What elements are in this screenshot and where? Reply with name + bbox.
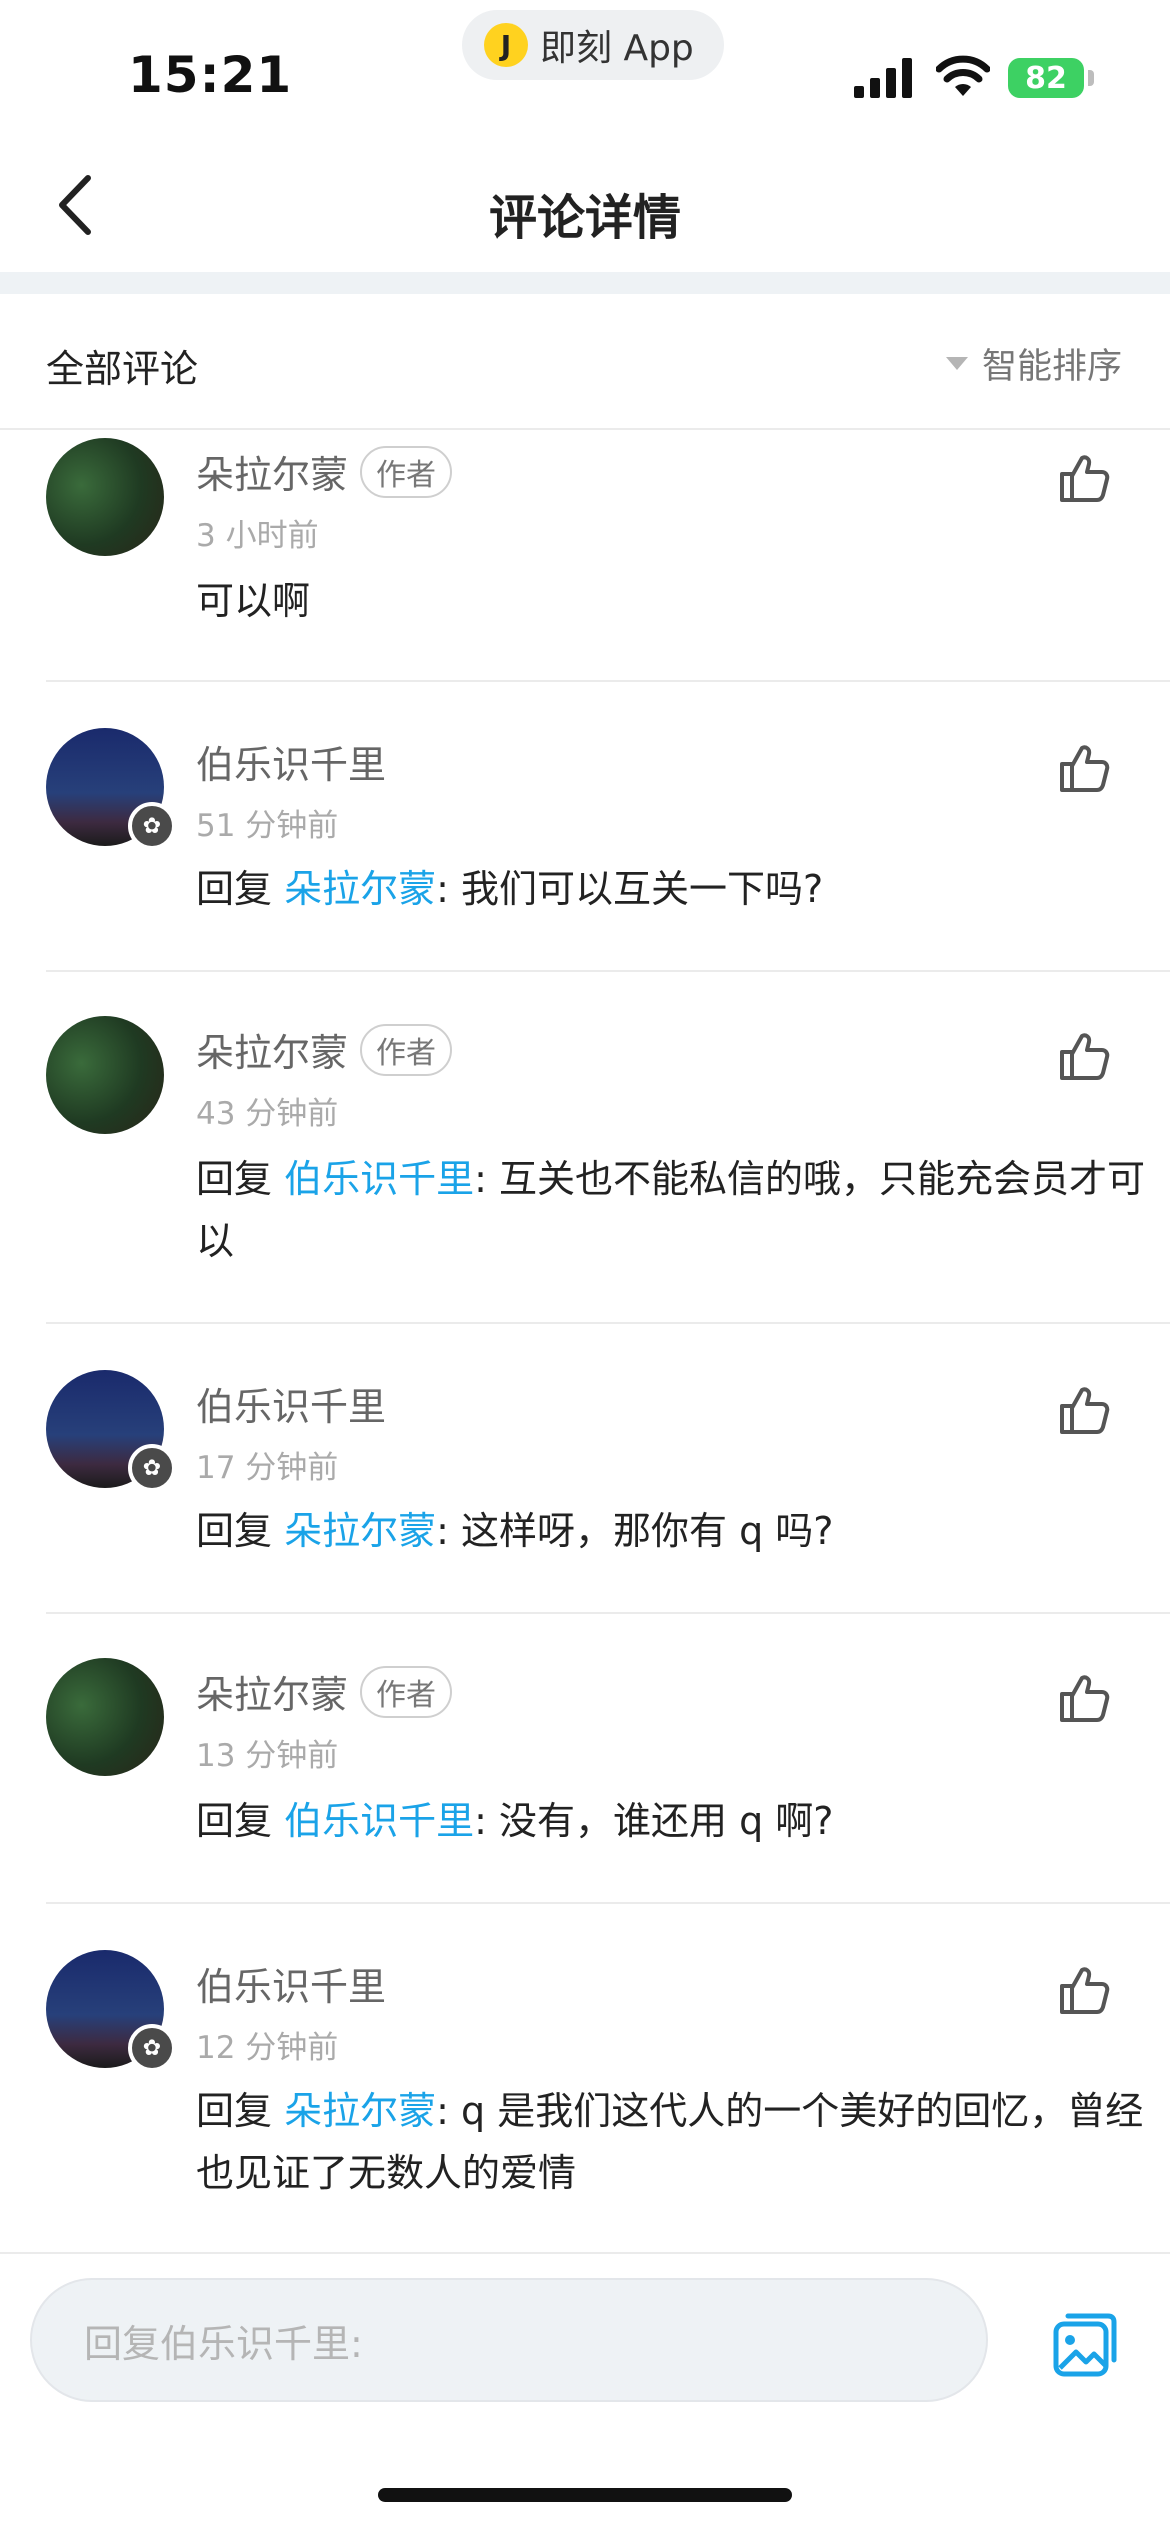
signal-icon <box>854 58 912 98</box>
sort-button[interactable]: 智能排序 <box>945 338 1122 389</box>
status-bar: 15:21 J 即刻 App 82 <box>0 0 1170 130</box>
sort-triangle-icon <box>945 357 968 370</box>
comment-time: 12 分钟前 <box>196 2030 339 2066</box>
sort-label: 智能排序 <box>981 347 1122 387</box>
avatar[interactable] <box>46 438 164 556</box>
comment-text[interactable]: 回复 伯乐识千里: 没有，谁还用 q 啊? <box>196 1790 1156 1852</box>
battery-level: 82 <box>1025 60 1067 96</box>
comment-text[interactable]: 回复 朵拉尔蒙: 这样呀，那你有 q 吗? <box>196 1500 1156 1562</box>
comment-text[interactable]: 回复 朵拉尔蒙: q 是我们这代人的一个美好的回忆，曾经也见证了无数人的爱情 <box>196 2080 1156 2204</box>
thumbs-up-icon[interactable] <box>1056 740 1112 796</box>
comment-item: ✿ 伯乐识千里 17 分钟前 回复 朵拉尔蒙: 这样呀，那你有 q 吗? <box>46 1324 1170 1614</box>
nav-bar: 评论详情 <box>0 130 1170 274</box>
page-title: 评论详情 <box>488 190 681 246</box>
battery-tip <box>1088 70 1094 86</box>
home-indicator <box>378 2488 792 2502</box>
comment-text[interactable]: 回复 朵拉尔蒙: 我们可以互关一下吗? <box>196 858 1156 920</box>
thumbs-up-icon[interactable] <box>1056 450 1112 506</box>
comment-time: 17 分钟前 <box>196 1450 339 1486</box>
author-tag: 作者 <box>360 445 453 498</box>
comment-item: ✿ 伯乐识千里 12 分钟前 回复 朵拉尔蒙: q 是我们这代人的一个美好的回忆… <box>46 1904 1170 2256</box>
reply-prefix: 回复 <box>196 1799 285 1843</box>
thumbs-up-icon[interactable] <box>1056 1028 1112 1084</box>
comment-item: 朵拉尔蒙 作者 3 小时前 可以啊 <box>46 430 1170 682</box>
comment-author-row: 朵拉尔蒙 作者 <box>196 1664 453 1719</box>
comment-author-row: 伯乐识千里 <box>196 734 386 789</box>
comment-item: ✿ 伯乐识千里 51 分钟前 回复 朵拉尔蒙: 我们可以互关一下吗? <box>46 682 1170 972</box>
thumbs-up-icon[interactable] <box>1056 1962 1112 2018</box>
app-logo-icon: J <box>484 23 528 67</box>
comment-body: 可以啊 <box>196 579 311 623</box>
comment-author[interactable]: 伯乐识千里 <box>196 1376 386 1431</box>
avatar[interactable] <box>46 1658 164 1776</box>
thumbs-up-icon[interactable] <box>1056 1670 1112 1726</box>
mention-link[interactable]: 朵拉尔蒙 <box>284 1509 436 1553</box>
comment-body: : 我们可以互关一下吗? <box>436 867 824 911</box>
thumbs-up-icon[interactable] <box>1056 1382 1112 1438</box>
image-picker-icon[interactable] <box>1052 2310 1120 2378</box>
reply-placeholder: 回复伯乐识千里: <box>84 2321 363 2366</box>
comment-author-row: 伯乐识千里 <box>196 1956 386 2011</box>
mention-link[interactable]: 朵拉尔蒙 <box>284 2089 436 2133</box>
comments-header: 全部评论 智能排序 <box>0 294 1170 430</box>
mention-link[interactable]: 伯乐识千里 <box>284 1799 474 1843</box>
member-badge-icon: ✿ <box>128 1444 176 1492</box>
status-time: 15:21 <box>128 46 293 104</box>
comment-author-row: 伯乐识千里 <box>196 1376 386 1431</box>
reply-bar: 回复伯乐识千里: <box>0 2252 1170 2534</box>
author-tag: 作者 <box>360 1023 453 1076</box>
author-tag: 作者 <box>360 1665 453 1718</box>
comment-author[interactable]: 朵拉尔蒙 <box>196 444 348 499</box>
comment-body: : 这样呀，那你有 q 吗? <box>436 1509 834 1553</box>
reply-prefix: 回复 <box>196 1509 285 1553</box>
comment-text[interactable]: 可以啊 <box>196 570 1156 632</box>
all-comments-title: 全部评论 <box>46 347 199 391</box>
app-switch-pill[interactable]: J 即刻 App <box>462 10 724 80</box>
reply-prefix: 回复 <box>196 2089 285 2133</box>
reply-prefix: 回复 <box>196 1157 285 1201</box>
comment-author[interactable]: 朵拉尔蒙 <box>196 1022 348 1077</box>
wifi-icon <box>936 55 990 96</box>
mention-link[interactable]: 伯乐识千里 <box>284 1157 474 1201</box>
member-badge-icon: ✿ <box>128 2024 176 2072</box>
comment-time: 43 分钟前 <box>196 1096 339 1132</box>
comment-time: 13 分钟前 <box>196 1738 339 1774</box>
comment-list: 朵拉尔蒙 作者 3 小时前 可以啊 ✿ 伯乐识千里 51 分钟前 回复 朵拉尔蒙… <box>0 430 1170 2256</box>
comment-author[interactable]: 伯乐识千里 <box>196 734 386 789</box>
reply-input[interactable]: 回复伯乐识千里: <box>30 2278 988 2402</box>
member-badge-icon: ✿ <box>128 802 176 850</box>
battery-icon: 82 <box>1008 58 1084 98</box>
comment-author-row: 朵拉尔蒙 作者 <box>196 1022 453 1077</box>
app-pill-label: 即刻 App <box>540 28 694 69</box>
comment-time: 3 小时前 <box>196 518 319 554</box>
comment-author[interactable]: 朵拉尔蒙 <box>196 1664 348 1719</box>
comment-time: 51 分钟前 <box>196 808 339 844</box>
mention-link[interactable]: 朵拉尔蒙 <box>284 867 436 911</box>
comment-item: 朵拉尔蒙 作者 43 分钟前 回复 伯乐识千里: 互关也不能私信的哦，只能充会员… <box>46 972 1170 1324</box>
avatar[interactable] <box>46 1016 164 1134</box>
comment-body: : 没有，谁还用 q 啊? <box>474 1799 834 1843</box>
comment-text[interactable]: 回复 伯乐识千里: 互关也不能私信的哦，只能充会员才可以 <box>196 1148 1156 1272</box>
comment-author-row: 朵拉尔蒙 作者 <box>196 444 453 499</box>
reply-prefix: 回复 <box>196 867 285 911</box>
comment-author[interactable]: 伯乐识千里 <box>196 1956 386 2011</box>
comment-item: 朵拉尔蒙 作者 13 分钟前 回复 伯乐识千里: 没有，谁还用 q 啊? <box>46 1614 1170 1904</box>
section-divider <box>0 272 1170 294</box>
